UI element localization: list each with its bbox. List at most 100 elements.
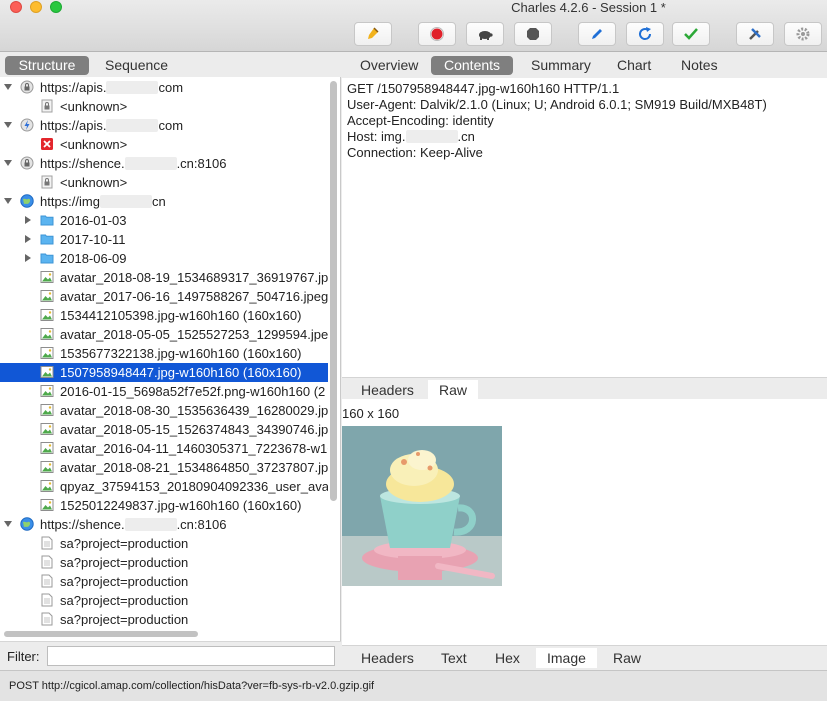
tree-item-row[interactable]: 1525012249837.jpg-w160h160 (160x160) (0, 496, 328, 515)
folder-icon (40, 213, 54, 227)
tree-item-label: <unknown> (60, 97, 127, 116)
disclosure-closed-icon[interactable] (24, 216, 32, 224)
tab-contents[interactable]: Contents (431, 56, 514, 75)
disclosure-open-icon[interactable] (4, 159, 12, 167)
tree-item-row[interactable]: 2016-01-03 (0, 211, 328, 230)
tree-item-row[interactable]: 2016-01-15_5698a52f7e52f.png-w160h160 (2 (0, 382, 328, 401)
tab-response-image[interactable]: Image (536, 648, 597, 668)
tools-button[interactable] (736, 22, 774, 46)
tree-host-row[interactable]: https://apis. com (0, 116, 328, 135)
tab-notes[interactable]: Notes (668, 56, 731, 75)
tree-item-text: 1535677322138.jpg-w160h160 (160x160) (60, 346, 302, 361)
globe-icon (20, 517, 34, 531)
tab-chart[interactable]: Chart (604, 56, 664, 75)
tab-response-text[interactable]: Text (430, 648, 478, 668)
tree-item-suffix: com (158, 80, 184, 95)
tab-overview[interactable]: Overview (347, 56, 431, 75)
host-lock-icon (20, 156, 34, 170)
disclosure-open-icon[interactable] (4, 197, 12, 205)
tree-item-row[interactable]: avatar_2018-08-21_1534864850_37237807.jp… (0, 458, 328, 477)
tree-item-text: sa?project=production (60, 574, 189, 589)
document-icon (40, 612, 54, 626)
tree-item-label: avatar_2018-08-30_1535636439_16280029.jp… (60, 401, 328, 420)
tree-item-row[interactable]: sa?project=production (0, 591, 328, 610)
tab-summary[interactable]: Summary (518, 56, 604, 75)
tree-item-text: avatar_2018-08-21_1534864850_37237807.jp… (60, 460, 328, 475)
filter-input[interactable] (47, 646, 335, 666)
throttle-button[interactable] (466, 22, 504, 46)
repeat-button[interactable] (626, 22, 664, 46)
tree-host-row[interactable]: https://img cn (0, 192, 328, 211)
tree-item-row[interactable]: avatar_2018-08-19_1534689317_36919767.jp… (0, 268, 328, 287)
clear-session-button[interactable] (354, 22, 392, 46)
tab-response-hex[interactable]: Hex (484, 648, 531, 668)
tree-item-row[interactable]: 1507958948447.jpg-w160h160 (160x160) (0, 363, 328, 382)
redacted-mask (106, 119, 159, 132)
tree-item-text: avatar_2016-04-11_1460305371_7223678-w16… (60, 441, 328, 456)
tab-structure[interactable]: Structure (5, 56, 89, 75)
tree-item-row[interactable]: sa?project=production (0, 553, 328, 572)
tree-host-row[interactable]: https://apis. com (0, 78, 328, 97)
tree-item-row[interactable]: 2018-06-09 (0, 249, 328, 268)
tree-item-text: avatar_2018-05-15_1526374843_34390746.jp… (60, 422, 328, 437)
tree-item-label: <unknown> (60, 135, 127, 154)
request-subtabs: Headers Raw (342, 377, 827, 400)
request-header-user-agent: User-Agent: Dalvik/2.1.0 (Linux; U; Andr… (347, 97, 767, 112)
filter-bar: Filter: (0, 641, 341, 669)
stop-hexagon-icon (527, 28, 539, 40)
tree-host-row[interactable]: https://shence. .cn:8106 (0, 154, 328, 173)
tab-sequence[interactable]: Sequence (93, 56, 179, 75)
locked-document-icon (40, 99, 54, 113)
tree-item-row[interactable]: <unknown> (0, 173, 328, 192)
tree-item-row[interactable]: avatar_2018-08-30_1535636439_16280029.jp… (0, 401, 328, 420)
disclosure-closed-icon[interactable] (24, 254, 32, 262)
disclosure-open-icon[interactable] (4, 121, 12, 129)
disclosure-open-icon[interactable] (4, 83, 12, 91)
tree-item-text: https://shence. (40, 517, 125, 532)
tree-item-row[interactable]: <unknown> (0, 97, 328, 116)
tree-item-row[interactable]: avatar_2018-05-05_1525527253_1299594.jpe… (0, 325, 328, 344)
tree-item-label: 1507958948447.jpg-w160h160 (160x160) (60, 363, 301, 382)
tools-icon (749, 28, 761, 40)
settings-button[interactable] (784, 22, 822, 46)
tree-item-row[interactable]: <unknown> (0, 135, 328, 154)
tree-item-row[interactable]: 1535677322138.jpg-w160h160 (160x160) (0, 344, 328, 363)
compose-button[interactable] (578, 22, 616, 46)
tree-item-row[interactable]: avatar_2018-05-15_1526374843_34390746.jp… (0, 420, 328, 439)
tree-item-label: 1525012249837.jpg-w160h160 (160x160) (60, 496, 301, 515)
tree-item-text: <unknown> (60, 99, 128, 114)
tree-item-row[interactable]: 2017-10-11 (0, 230, 328, 249)
disclosure-open-icon[interactable] (4, 520, 12, 528)
document-icon (40, 593, 54, 607)
globe-icon (20, 194, 34, 208)
tree-item-row[interactable]: 1534412105398.jpg-w160h160 (160x160) (0, 306, 328, 325)
tree-item-text: sa?project=production (60, 555, 189, 570)
view-mode-segmented: Structure Sequence (0, 53, 341, 77)
tree-item-text: 2017-10-11 (60, 232, 126, 247)
tree-item-text: avatar_2017-06-16_1497588267_504716.jpeg (60, 289, 328, 304)
disclosure-closed-icon[interactable] (24, 235, 32, 243)
tab-request-headers[interactable]: Headers (350, 380, 425, 400)
tree-host-row[interactable]: https://shence. .cn:8106 (0, 515, 328, 534)
tree-item-label: 2018-06-09 (60, 249, 127, 268)
tree-item-row[interactable]: avatar_2016-04-11_1460305371_7223678-w16… (0, 439, 328, 458)
tree-item-text: https://shence. (40, 156, 125, 171)
record-button[interactable] (418, 22, 456, 46)
tab-request-raw[interactable]: Raw (428, 380, 479, 400)
tree-item-row[interactable]: sa?project=production (0, 534, 328, 553)
tree-item-row[interactable]: qpyaz_37594153_20180904092336_user_avata… (0, 477, 328, 496)
tab-response-headers[interactable]: Headers (350, 648, 425, 668)
tree-item-text: avatar_2018-08-19_1534689317_36919767.jp… (60, 270, 328, 285)
breakpoints-button[interactable] (514, 22, 552, 46)
locked-document-icon (40, 175, 54, 189)
tree-item-text: 1534412105398.jpg-w160h160 (160x160) (60, 308, 302, 323)
tree-horizontal-scrollbar[interactable] (4, 631, 198, 637)
tree-item-text: qpyaz_37594153_20180904092336_user_avata… (60, 479, 328, 494)
image-file-icon (40, 346, 54, 360)
validate-button[interactable] (672, 22, 710, 46)
tree-item-row[interactable]: avatar_2017-06-16_1497588267_504716.jpeg (0, 287, 328, 306)
tree-item-row[interactable]: sa?project=production (0, 610, 328, 626)
tree-vertical-scrollbar[interactable] (330, 81, 337, 501)
tree-item-row[interactable]: sa?project=production (0, 572, 328, 591)
tab-response-raw[interactable]: Raw (602, 648, 652, 668)
